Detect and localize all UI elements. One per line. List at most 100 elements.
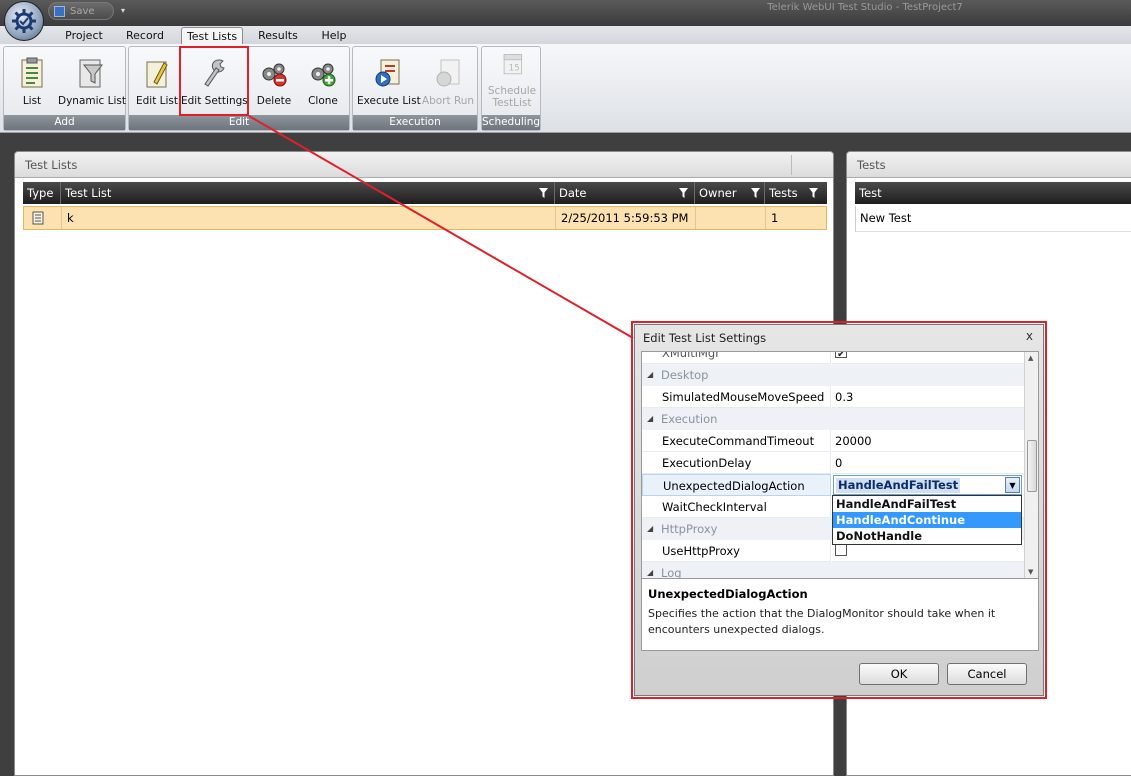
category-label: HttpProxy bbox=[661, 522, 718, 536]
tab-record[interactable]: Record bbox=[122, 27, 168, 45]
col-date-label: Date bbox=[559, 186, 587, 200]
dropdown-option-selected[interactable]: HandleAndContinue bbox=[833, 512, 1021, 528]
col-tests[interactable]: Tests bbox=[765, 182, 827, 204]
description-text: Specifies the action that the DialogMoni… bbox=[648, 607, 996, 636]
collapse-triangle-icon[interactable]: ◢ bbox=[647, 414, 653, 423]
quick-access-toolbar[interactable]: Save bbox=[48, 2, 114, 20]
category-label: Execution bbox=[661, 412, 718, 426]
list-button[interactable]: List bbox=[10, 57, 54, 113]
edit-test-list-settings-dialog: Edit Test List Settings x XMultiMgr ◢ De… bbox=[634, 324, 1044, 696]
category-execution[interactable]: ◢ Execution bbox=[642, 408, 1025, 430]
clone-label: Clone bbox=[308, 95, 338, 107]
gear-icon bbox=[12, 9, 36, 33]
row-type-cell bbox=[24, 207, 62, 229]
save-button[interactable]: Save bbox=[70, 6, 95, 17]
abort-run-icon bbox=[436, 59, 460, 87]
test-name: New Test bbox=[860, 211, 912, 225]
filter-icon[interactable] bbox=[539, 188, 548, 198]
col-test[interactable]: Test bbox=[855, 182, 1131, 204]
filter-icon[interactable] bbox=[751, 188, 760, 198]
property-value[interactable]: 20000 bbox=[832, 430, 1025, 452]
ok-button[interactable]: OK bbox=[859, 663, 939, 685]
collapse-triangle-icon[interactable]: ◢ bbox=[647, 370, 653, 379]
title-bar: Save ▾ Telerik WebUI Test Studio - TestP… bbox=[0, 0, 1131, 26]
clone-button[interactable]: Clone bbox=[301, 57, 345, 113]
tab-help[interactable]: Help bbox=[316, 27, 352, 45]
property-name: UnexpectedDialogAction bbox=[642, 474, 831, 496]
app-menu-button[interactable] bbox=[4, 1, 44, 41]
property-row-execute-command-timeout[interactable]: ExecuteCommandTimeout 20000 bbox=[642, 430, 1025, 452]
description-title: UnexpectedDialogAction bbox=[648, 587, 808, 601]
property-name: UseHttpProxy bbox=[642, 540, 831, 562]
dropdown-option[interactable]: HandleAndFailTest bbox=[833, 496, 1021, 512]
delete-label: Delete bbox=[256, 95, 292, 107]
category-label: Log bbox=[661, 566, 682, 579]
col-date[interactable]: Date bbox=[555, 182, 695, 204]
col-test-list[interactable]: Test List bbox=[61, 182, 555, 204]
scroll-down-icon[interactable]: ▼ bbox=[1028, 568, 1033, 576]
execute-list-icon bbox=[375, 59, 400, 87]
edit-list-button[interactable]: Edit List bbox=[135, 57, 179, 113]
group-scheduling-label: Scheduling bbox=[482, 115, 541, 130]
property-row-xmultimgr[interactable]: XMultiMgr bbox=[642, 352, 1025, 366]
list-document-icon bbox=[32, 211, 44, 225]
col-tests-label: Tests bbox=[769, 186, 798, 200]
col-owner-label: Owner bbox=[699, 186, 737, 200]
unexpected-dialog-action-combobox[interactable]: HandleAndFailTest ▼ bbox=[833, 475, 1022, 495]
panel-header-divider bbox=[791, 155, 792, 175]
group-edit-label: Edit bbox=[129, 115, 349, 130]
schedule-testlist-button[interactable]: 15 Schedule TestList bbox=[484, 51, 540, 109]
execute-list-button[interactable]: Execute List bbox=[357, 57, 421, 113]
property-row-execution-delay[interactable]: ExecutionDelay 0 bbox=[642, 452, 1025, 474]
calendar-icon: 15 bbox=[503, 54, 523, 75]
filter-icon[interactable] bbox=[679, 188, 688, 198]
filter-icon[interactable] bbox=[809, 188, 818, 198]
dialog-title: Edit Test List Settings bbox=[643, 331, 767, 345]
col-test-list-label: Test List bbox=[65, 186, 112, 200]
cancel-button[interactable]: Cancel bbox=[947, 663, 1027, 685]
close-icon[interactable]: x bbox=[1026, 329, 1033, 343]
property-name: XMultiMgr bbox=[642, 352, 831, 364]
dynamic-list-icon bbox=[79, 59, 104, 88]
col-type[interactable]: Type bbox=[23, 182, 61, 204]
property-value[interactable]: 0.3 bbox=[832, 386, 1025, 408]
test-lists-grid-header: Type Test List Date Owner Tests bbox=[23, 182, 827, 204]
category-log[interactable]: ◢ Log bbox=[642, 562, 1025, 579]
abort-run-button[interactable]: Abort Run bbox=[421, 57, 475, 113]
dropdown-list: HandleAndFailTest HandleAndContinue DoNo… bbox=[832, 495, 1022, 545]
delete-button[interactable]: Delete bbox=[251, 57, 297, 113]
save-icon[interactable] bbox=[54, 5, 65, 17]
property-name: WaitCheckInterval bbox=[642, 496, 831, 518]
dynamic-list-button[interactable]: Dynamic List bbox=[58, 57, 126, 113]
test-lists-panel-title: Test Lists bbox=[15, 152, 833, 178]
tab-project[interactable]: Project bbox=[60, 27, 108, 45]
row-tests-cell: 1 bbox=[771, 211, 779, 225]
clone-gears-icon bbox=[311, 63, 336, 87]
qat-dropdown-icon[interactable]: ▾ bbox=[121, 6, 125, 15]
group-add: List Dynamic List Add bbox=[3, 46, 126, 131]
collapse-triangle-icon[interactable]: ◢ bbox=[647, 568, 653, 577]
property-name: SimulatedMouseMoveSpeed bbox=[642, 386, 831, 408]
dynamic-list-label: Dynamic List bbox=[58, 95, 126, 107]
edit-settings-highlight bbox=[179, 46, 249, 116]
col-owner[interactable]: Owner bbox=[695, 182, 765, 204]
category-desktop[interactable]: ◢ Desktop bbox=[642, 364, 1025, 386]
table-row[interactable]: k 2/25/2011 5:59:53 PM 1 bbox=[23, 206, 827, 230]
scrollbar-thumb[interactable] bbox=[1027, 440, 1037, 492]
list-item[interactable]: New Test bbox=[855, 206, 1131, 232]
abort-run-label: Abort Run bbox=[421, 95, 475, 107]
property-row-simulated-mouse-move-speed[interactable]: SimulatedMouseMoveSpeed 0.3 bbox=[642, 386, 1025, 408]
collapse-triangle-icon[interactable]: ◢ bbox=[647, 524, 653, 533]
category-label: Desktop bbox=[661, 368, 709, 382]
chevron-down-icon[interactable]: ▼ bbox=[1005, 477, 1020, 493]
scroll-up-icon[interactable]: ▲ bbox=[1028, 354, 1033, 362]
group-scheduling: 15 Schedule TestList Scheduling bbox=[481, 46, 541, 131]
tab-test-lists[interactable]: Test Lists bbox=[181, 27, 243, 45]
checkbox[interactable] bbox=[835, 544, 847, 556]
dropdown-option[interactable]: DoNotHandle bbox=[833, 528, 1021, 544]
checkbox[interactable] bbox=[835, 352, 847, 366]
property-value[interactable]: 0 bbox=[832, 452, 1025, 474]
execute-list-label: Execute List bbox=[357, 95, 421, 107]
property-grid-scrollbar[interactable]: ▲ ▼ bbox=[1024, 352, 1038, 578]
tab-results[interactable]: Results bbox=[254, 27, 302, 45]
